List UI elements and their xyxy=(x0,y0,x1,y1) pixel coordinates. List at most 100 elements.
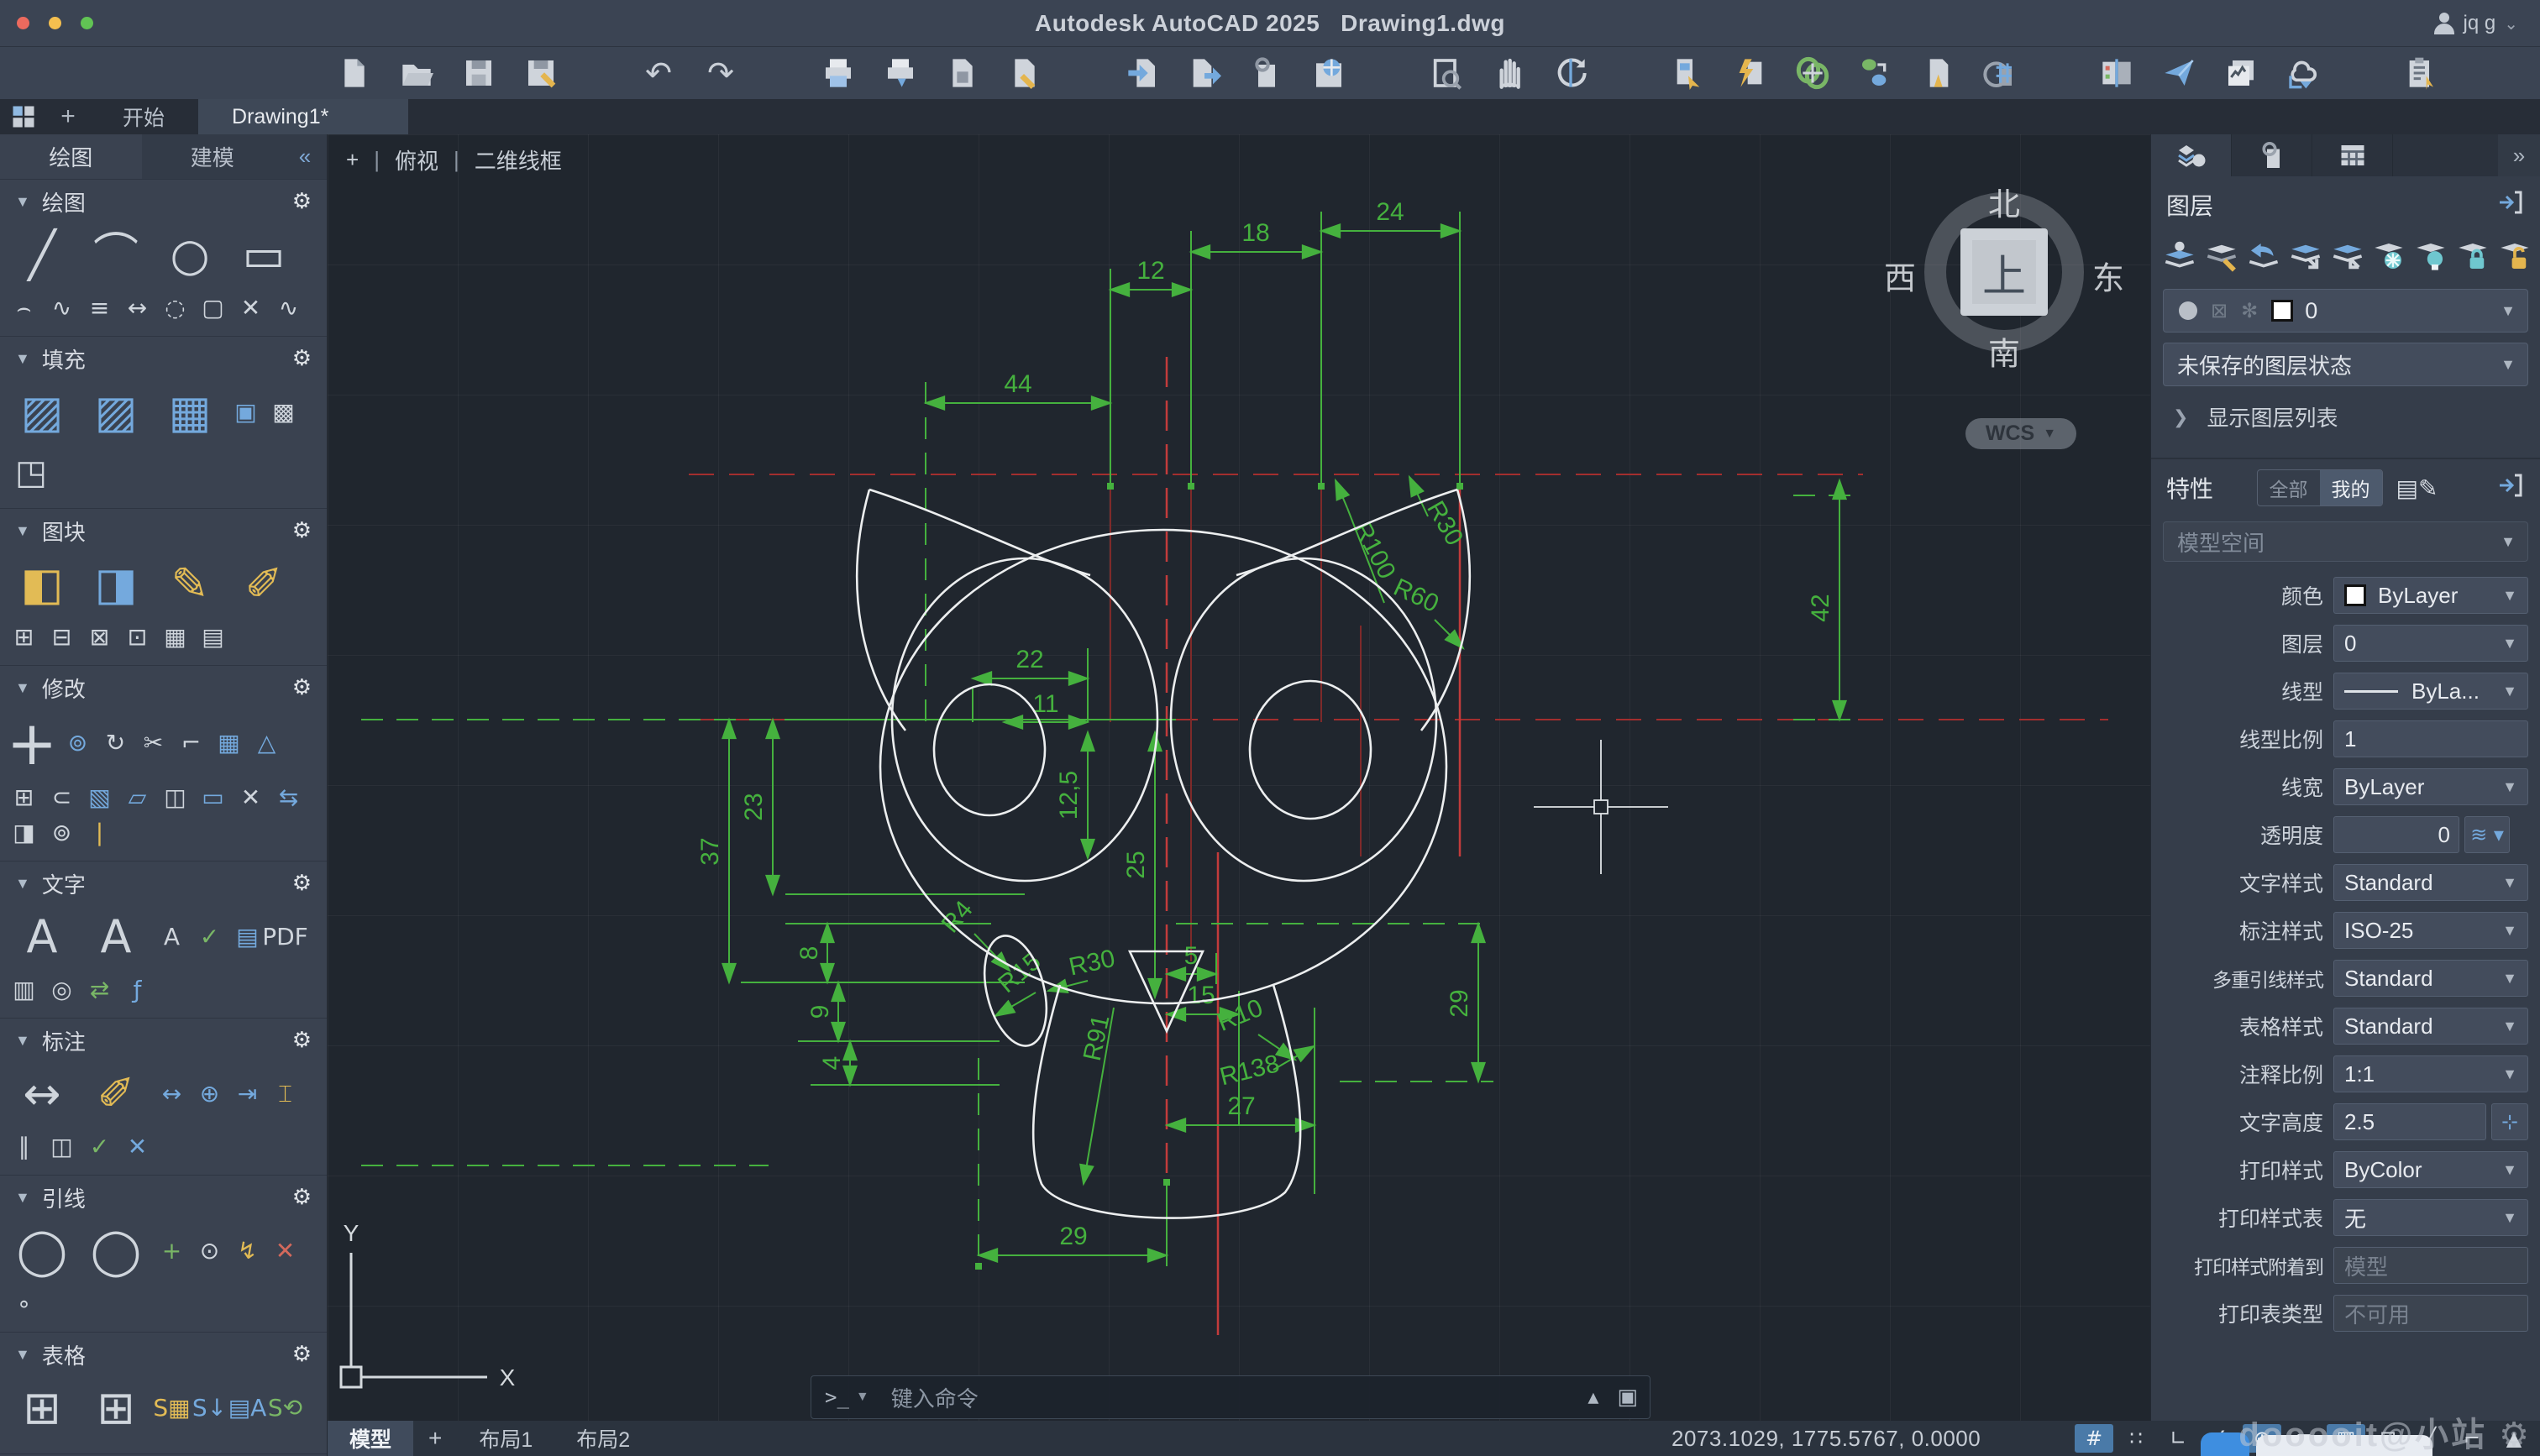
block-save-icon[interactable]: ⊡ xyxy=(118,620,156,655)
text-table-icon[interactable]: ▤ xyxy=(228,919,266,955)
wcs-dropdown[interactable]: WCS▼ xyxy=(1965,418,2076,449)
layer-lock-state-icon[interactable]: ⊠ xyxy=(2211,299,2228,322)
properties-select-button[interactable] xyxy=(1670,55,1707,92)
text-align-icon[interactable]: ▥ xyxy=(5,972,43,1008)
apps-grid-icon[interactable] xyxy=(0,99,47,134)
boundary-icon[interactable]: ▣ xyxy=(227,395,265,430)
import-button[interactable] xyxy=(1124,55,1161,92)
arc-icon[interactable]: ⌒ xyxy=(79,220,153,291)
new-tab-button[interactable]: + xyxy=(47,99,89,134)
line-icon[interactable]: ╱ xyxy=(5,220,79,291)
text-update-icon[interactable]: ⇄ xyxy=(81,972,118,1008)
transparency-layers-button[interactable]: ≋ ▾ xyxy=(2464,816,2510,853)
dim-center-icon[interactable]: ⊕ xyxy=(191,1076,228,1112)
mleader-collect-icon[interactable]: ∘ xyxy=(5,1286,43,1322)
block-insert-icon[interactable]: ◧ xyxy=(5,549,79,620)
gear-icon[interactable]: ⚙ xyxy=(292,871,312,896)
batch-plot-button[interactable] xyxy=(882,55,919,92)
command-prompt[interactable]: 键入命令 xyxy=(891,1382,979,1413)
table-download-icon[interactable]: S↓ xyxy=(191,1391,228,1426)
pan-hand-button[interactable] xyxy=(1490,55,1527,92)
offset-icon[interactable]: ⊂ xyxy=(43,780,81,815)
add-layout-button[interactable]: + xyxy=(413,1425,457,1452)
block-create-icon[interactable]: ◨ xyxy=(79,549,153,620)
layer-select-dropdown[interactable]: ⊠ ✻ 0 ▼ xyxy=(2163,289,2528,333)
units-button[interactable] xyxy=(1981,55,2018,92)
gear-icon[interactable]: ⚙ xyxy=(292,1342,312,1367)
collapse-triangle-icon[interactable]: ▼ xyxy=(15,193,30,211)
gear-icon[interactable]: ⚙ xyxy=(292,518,312,543)
chevron-down-icon[interactable]: ▼ xyxy=(856,1390,869,1405)
transparency-input[interactable]: 0 xyxy=(2333,816,2459,853)
spellcheck-icon[interactable]: ✓ xyxy=(191,919,228,955)
dim-check-icon[interactable]: ✓ xyxy=(81,1129,118,1165)
mtext-icon[interactable]: A xyxy=(5,902,79,972)
open-folder-button[interactable] xyxy=(398,55,435,92)
mleader-icon[interactable]: ◯ xyxy=(5,1216,79,1286)
zoom-window-button[interactable] xyxy=(1428,55,1465,92)
mleader-remove-icon[interactable]: ✕ xyxy=(266,1233,304,1269)
auto-hide-pin-icon[interactable] xyxy=(2495,189,2525,222)
dim-inspect-icon[interactable]: ✕ xyxy=(118,1129,156,1165)
undo-button[interactable]: ↶ xyxy=(640,55,677,92)
point-style-button[interactable] xyxy=(1856,55,1893,92)
layer-unisolate-icon[interactable] xyxy=(2331,240,2364,272)
dim-baseline-icon[interactable]: ⇥ xyxy=(228,1076,266,1112)
command-history-icon[interactable]: ▣ xyxy=(1617,1385,1638,1410)
compass-east-label[interactable]: 东 xyxy=(2092,253,2124,299)
linetype-dropdown[interactable]: ByLa...▼ xyxy=(2333,673,2528,710)
tab-attach[interactable] xyxy=(2232,134,2312,176)
quick-select-button[interactable] xyxy=(1732,55,1769,92)
collapse-triangle-icon[interactable]: ▼ xyxy=(15,522,30,540)
tab-start[interactable]: 开始 xyxy=(89,99,198,134)
gradient-icon[interactable]: ▦ xyxy=(153,377,227,448)
gear-icon[interactable]: ⚙ xyxy=(292,675,312,700)
multiline-icon[interactable]: ≡ xyxy=(81,291,118,326)
share-button[interactable] xyxy=(2160,55,2197,92)
layer-freeze-state-icon[interactable]: ✻ xyxy=(2241,299,2258,322)
collapse-triangle-icon[interactable]: ▼ xyxy=(15,1032,30,1050)
cloud-update-button[interactable] xyxy=(2285,55,2322,92)
snap-toggle-icon[interactable]: ∷ xyxy=(2117,1424,2155,1453)
viewport-view-control[interactable]: 俯视 xyxy=(395,144,438,175)
table-cell-icon[interactable]: ▤A xyxy=(228,1391,266,1426)
collapse-triangle-icon[interactable]: ▼ xyxy=(15,350,30,368)
table-edit-icon[interactable]: ⊞ xyxy=(79,1373,153,1443)
box-icon[interactable]: ◫ xyxy=(156,780,194,815)
layer-lock-icon[interactable] xyxy=(2456,240,2490,272)
dim-style-icon[interactable]: ✐ xyxy=(79,1059,153,1129)
block-array-icon[interactable]: ▦ xyxy=(156,620,194,655)
linetype-scale-input[interactable]: 1 xyxy=(2333,720,2528,757)
block-table-icon[interactable]: ▤ xyxy=(194,620,232,655)
performance-button[interactable] xyxy=(2222,55,2259,92)
mleader-quick-icon[interactable]: ↯ xyxy=(228,1233,266,1269)
collapse-triangle-icon[interactable]: ▼ xyxy=(15,875,30,893)
attribute-edit-icon[interactable]: ✐ xyxy=(227,549,301,620)
auto-hide-pin-icon[interactable] xyxy=(2495,472,2525,505)
dim-ordinate-icon[interactable]: ⌶ xyxy=(266,1076,304,1112)
xline-icon[interactable]: ✕ xyxy=(232,291,270,326)
dim-style-dropdown[interactable]: ISO-25▼ xyxy=(2333,912,2528,949)
overkill-icon[interactable]: ⊚ xyxy=(43,815,81,851)
brush-clean-icon[interactable]: ❘ xyxy=(81,815,118,851)
layer-unlock-icon[interactable] xyxy=(2498,240,2532,272)
tab-layout1[interactable]: 布局1 xyxy=(457,1421,554,1456)
layer-off-icon[interactable] xyxy=(2414,240,2448,272)
viewcube-up-label[interactable]: 上 xyxy=(1972,240,2036,304)
gear-icon[interactable]: ⚙ xyxy=(292,1185,312,1210)
base-point-icon[interactable]: ⊞ xyxy=(5,620,43,655)
join-icon[interactable]: ⇆ xyxy=(270,780,307,815)
circle-icon[interactable]: ○ xyxy=(153,220,227,291)
gear-icon[interactable]: ⚙ xyxy=(292,189,312,214)
orbit-button[interactable] xyxy=(1552,55,1589,92)
layer-states-dropdown[interactable]: 未保存的图层状态 ▼ xyxy=(2163,343,2528,386)
filter-all-button[interactable]: 全部 xyxy=(2258,470,2320,505)
palette-collapse-button[interactable]: « xyxy=(283,134,327,179)
block-edit-icon[interactable]: ✎ xyxy=(153,549,227,620)
tab-model[interactable]: 模型 xyxy=(328,1421,413,1456)
viewport-add-button[interactable]: + xyxy=(346,147,359,173)
mleader-style-dropdown[interactable]: Standard▼ xyxy=(2333,960,2528,997)
text-find-icon[interactable]: ◎ xyxy=(43,972,81,1008)
collapse-triangle-icon[interactable]: ▼ xyxy=(15,1189,30,1207)
rectangle-icon[interactable]: ▭ xyxy=(227,220,301,291)
